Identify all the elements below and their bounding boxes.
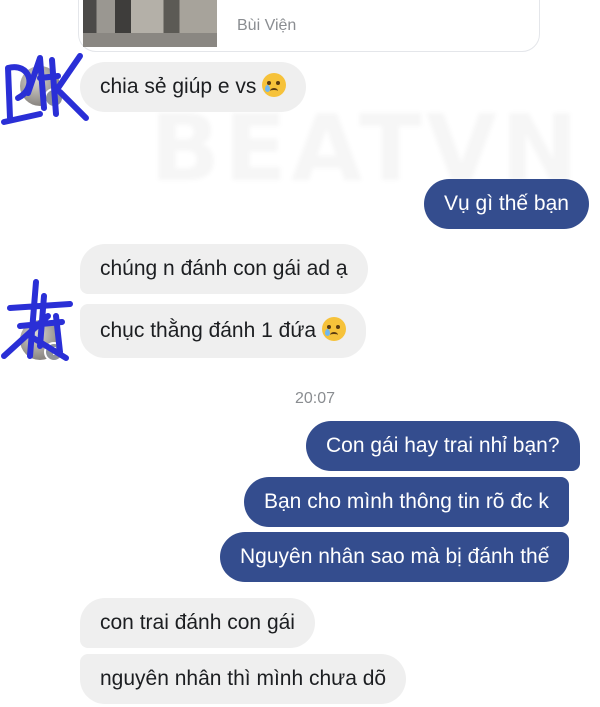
- message-incoming: chia sẻ giúp e vs: [80, 62, 307, 112]
- message-outgoing: Bạn cho mình thông tin rõ đc k: [244, 477, 569, 527]
- crying-face-icon: [322, 317, 347, 341]
- message-incoming: nguyên nhân thì mình chưa dõ: [80, 654, 407, 704]
- link-preview-thumbnail: [83, 0, 217, 47]
- message-text: chia sẻ giúp e vs: [100, 75, 257, 98]
- message-text: chúng n đánh con gái ad ạ: [100, 257, 348, 280]
- message-text: chục thằng đánh 1 đứa: [100, 319, 317, 342]
- message-text: Con gái hay trai nhỉ bạn?: [326, 434, 560, 457]
- message-outgoing: Nguyên nhân sao mà bị đánh thế: [220, 532, 570, 582]
- message-timestamp: 20:07: [294, 390, 336, 407]
- crying-face-icon: [262, 73, 287, 97]
- link-preview-subtitle: Bùi Viện: [237, 17, 297, 34]
- message-incoming: con trai đánh con gái: [80, 598, 315, 648]
- message-outgoing: Vụ gì thế bạn: [424, 179, 589, 229]
- message-incoming: chục thằng đánh 1 đứa: [80, 304, 367, 358]
- message-incoming: chúng n đánh con gái ad ạ: [80, 244, 368, 294]
- message-outgoing: Con gái hay trai nhỉ bạn?: [306, 421, 580, 471]
- redaction-scribble: [1, 279, 73, 361]
- message-text: con trai đánh con gái: [100, 611, 295, 634]
- message-text: Nguyên nhân sao mà bị đánh thế: [240, 545, 550, 568]
- message-text: Bạn cho mình thông tin rõ đc k: [264, 490, 549, 513]
- message-text: Vụ gì thế bạn: [444, 192, 569, 215]
- message-text: nguyên nhân thì mình chưa dõ: [100, 667, 387, 690]
- link-preview-card[interactable]: Bùi Viện: [78, 0, 540, 52]
